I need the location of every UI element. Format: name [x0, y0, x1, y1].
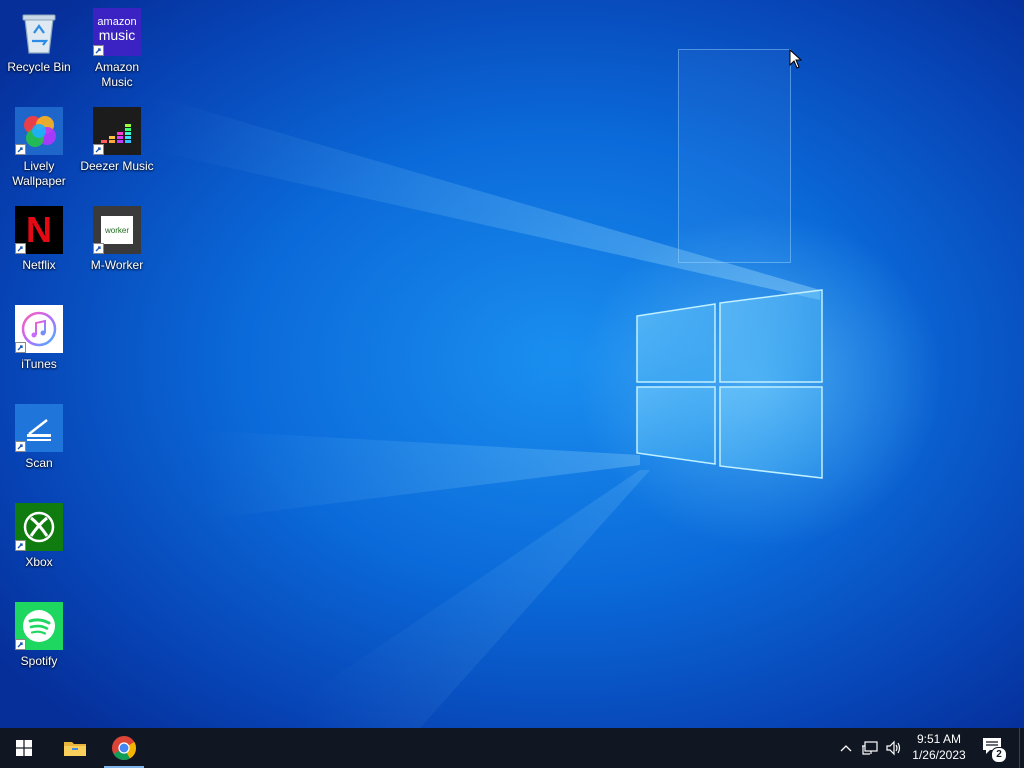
volume-button[interactable]: [884, 738, 904, 758]
m-worker-icon: worker: [93, 206, 141, 254]
recycle-bin-icon: [15, 8, 63, 56]
m-worker-logo-text: worker: [104, 225, 129, 235]
desktop-icon-label: M-Worker: [90, 258, 144, 272]
desktop-icon-amazon-music[interactable]: amazon music Amazon Music: [79, 4, 155, 96]
desktop-icon-label: Xbox: [25, 555, 53, 569]
amazon-music-icon: amazon music: [93, 8, 141, 56]
desktop-icon-xbox[interactable]: Xbox: [1, 499, 77, 591]
desktop-icon-scan[interactable]: Scan: [1, 400, 77, 492]
shortcut-arrow-icon: [93, 45, 104, 56]
clock-date: 1/26/2023: [912, 748, 966, 762]
desktop-icon-label: Netflix: [22, 258, 56, 272]
start-icon: [16, 740, 32, 756]
drag-selection-rectangle: [678, 49, 791, 263]
shortcut-arrow-icon: [15, 540, 26, 551]
clock-time: 9:51 AM: [916, 732, 962, 746]
xbox-icon: [15, 503, 63, 551]
shortcut-arrow-icon: [15, 441, 26, 452]
desktop-icon-deezer-music[interactable]: Deezer Music: [79, 103, 155, 195]
volume-icon: [886, 740, 901, 756]
action-center-button[interactable]: 2: [980, 734, 1008, 763]
netflix-logo-text: N: [26, 209, 52, 250]
music-logo-text: music: [98, 27, 136, 43]
notification-count-badge: 2: [991, 747, 1007, 763]
network-button[interactable]: [860, 738, 880, 758]
shortcut-arrow-icon: [93, 243, 104, 254]
shortcut-arrow-icon: [15, 639, 26, 650]
shortcut-arrow-icon: [15, 342, 26, 353]
shortcut-arrow-icon: [15, 243, 26, 254]
mouse-cursor-icon: [789, 48, 803, 74]
desktop-icon-label: iTunes: [21, 357, 57, 371]
lively-wallpaper-icon: [15, 107, 63, 155]
desktop-icon-lively-wallpaper[interactable]: Lively Wallpaper: [1, 103, 77, 195]
taskbar: 9:51 AM 1/26/2023 2: [0, 728, 1024, 768]
netflix-icon: N: [15, 206, 63, 254]
taskbar-file-explorer-button[interactable]: [51, 728, 99, 768]
desktop-icon-spotify[interactable]: Spotify: [1, 598, 77, 690]
show-desktop-button[interactable]: [1019, 728, 1024, 768]
show-hidden-icons-button[interactable]: [836, 738, 856, 758]
desktop-icon-label: Deezer Music: [80, 159, 154, 173]
desktop-icon-m-worker[interactable]: worker M-Worker: [79, 202, 155, 294]
chevron-up-icon: [840, 745, 852, 752]
network-icon: [862, 741, 878, 755]
file-explorer-icon: [64, 742, 86, 756]
start-button[interactable]: [0, 728, 48, 768]
scan-icon: [15, 404, 63, 452]
desktop-icon-recycle-bin[interactable]: Recycle Bin: [1, 4, 77, 96]
spotify-icon: [15, 602, 63, 650]
desktop-icon-label: Lively Wallpaper: [12, 159, 66, 188]
desktop-icon-label: Spotify: [20, 654, 58, 668]
taskbar-chrome-button[interactable]: [100, 728, 148, 768]
desktop-icon-label: Scan: [25, 456, 53, 470]
windows-logo: [636, 289, 823, 479]
chrome-icon: [112, 736, 136, 761]
desktop-icon-label: Amazon Music: [94, 60, 140, 89]
itunes-icon: [15, 305, 63, 353]
deezer-icon: [93, 107, 141, 155]
shortcut-arrow-icon: [15, 144, 26, 155]
shortcut-arrow-icon: [93, 144, 104, 155]
taskbar-clock[interactable]: 9:51 AM 1/26/2023: [904, 731, 974, 765]
desktop-icon-netflix[interactable]: N Netflix: [1, 202, 77, 294]
desktop-icon-label: Recycle Bin: [7, 60, 71, 74]
desktop-icon-itunes[interactable]: iTunes: [1, 301, 77, 393]
